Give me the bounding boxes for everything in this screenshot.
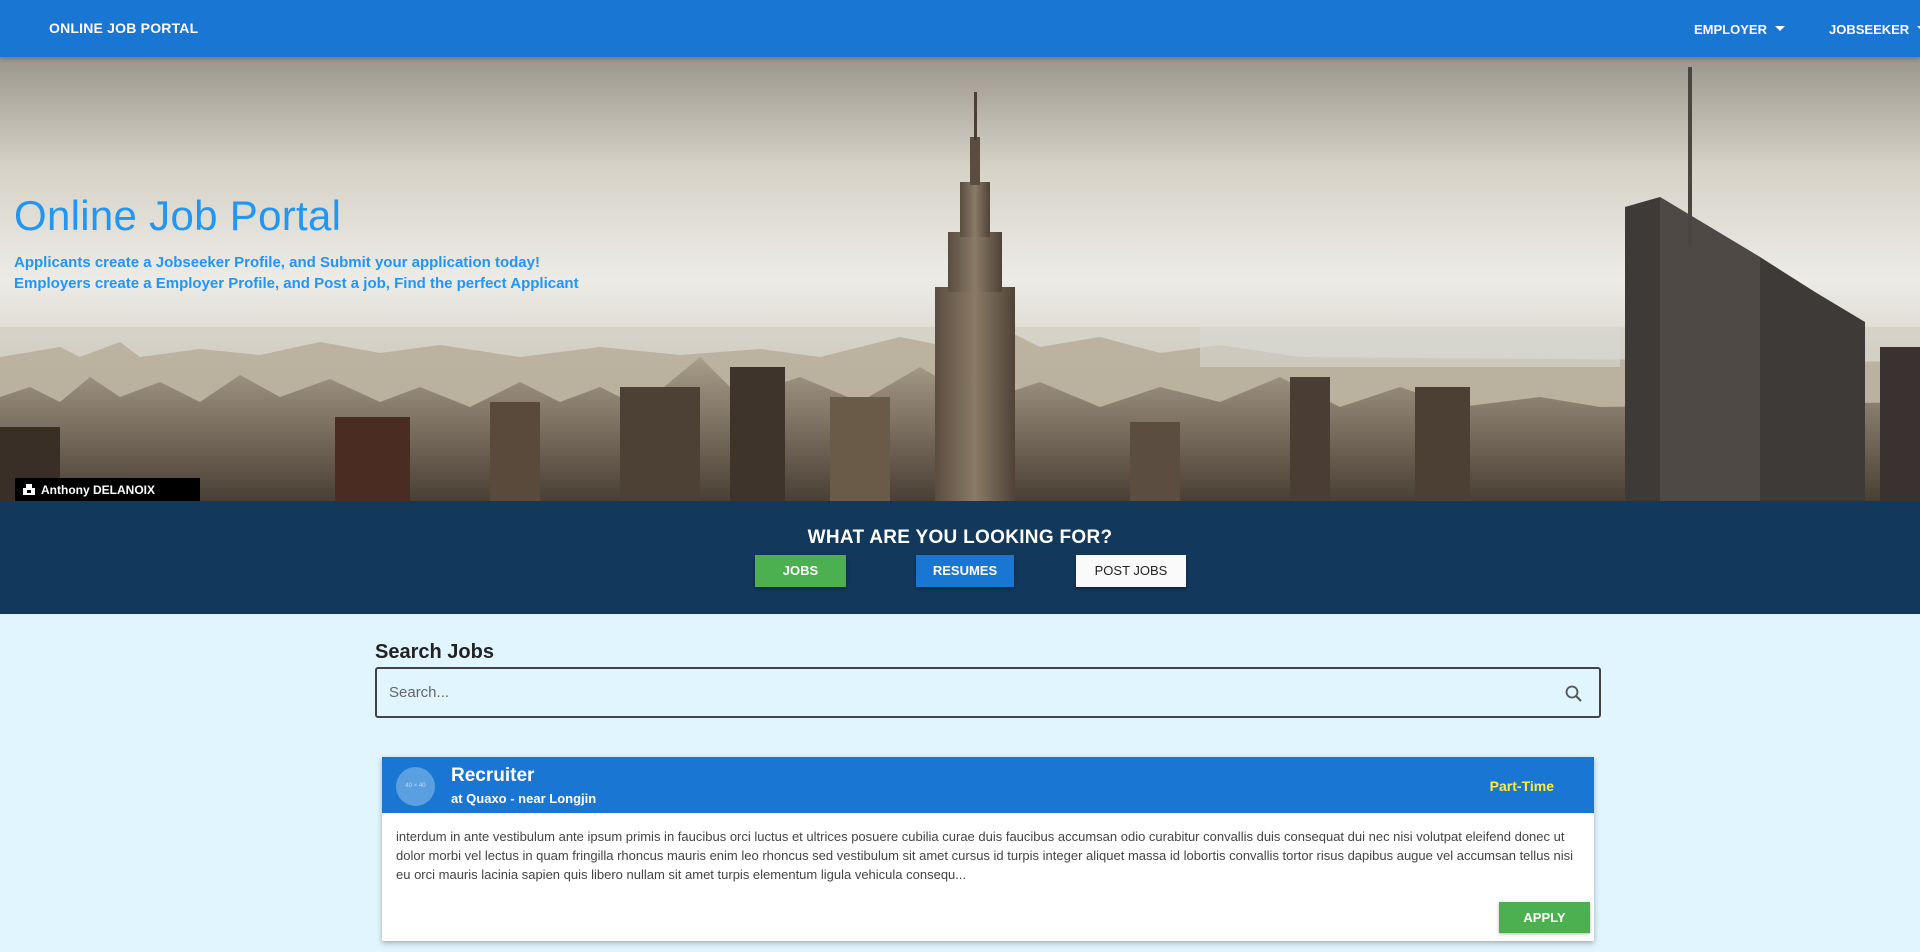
job-card: 40 × 40 Recruiter at Quaxo - near Longji… [382,757,1594,941]
hero-applicants-text: Applicants create a Jobseeker Profile, a… [14,254,540,271]
camera-icon [23,484,35,495]
hero-title: Online Job Portal [14,192,342,239]
search-icon[interactable] [1564,684,1584,704]
apply-button[interactable]: APPLY [1499,902,1590,933]
employer-menu[interactable]: EMPLOYER [1694,22,1785,37]
job-company-location: at Quaxo - near Longjin [451,791,597,806]
jobs-button[interactable]: JOBS [755,555,846,587]
hero-employers-text: Employers create a Employer Profile, and… [14,275,579,292]
photo-credit-name: Anthony DELANOIX [41,482,155,497]
jobseeker-menu-label: JOBSEEKER [1829,22,1910,37]
job-title[interactable]: Recruiter [451,765,534,787]
search-input[interactable] [389,669,1539,716]
post-jobs-button[interactable]: POST JOBS [1076,555,1186,587]
employer-menu-label: EMPLOYER [1694,22,1767,37]
chevron-down-icon [1774,26,1785,31]
looking-for-heading: WHAT ARE YOU LOOKING FOR? [807,527,1113,548]
company-avatar: 40 × 40 [396,767,435,806]
brand-link[interactable]: ONLINE JOB PORTAL [49,20,198,36]
search-box [375,667,1601,718]
top-navbar: ONLINE JOB PORTAL EMPLOYER JOBSEEKER [0,0,1920,57]
job-description: interdum in ante vestibulum ante ipsum p… [396,829,1574,882]
resumes-button[interactable]: RESUMES [916,555,1014,587]
search-jobs-label: Search Jobs [375,641,494,663]
job-type-badge: Part-Time [1489,778,1554,794]
hero-banner: Online Job Portal Applicants create a Jo… [0,57,1920,501]
jobseeker-menu[interactable]: JOBSEEKER [1829,22,1920,37]
job-card-header: 40 × 40 Recruiter at Quaxo - near Longji… [382,757,1594,813]
photo-credit[interactable]: Anthony DELANOIX [15,478,200,501]
